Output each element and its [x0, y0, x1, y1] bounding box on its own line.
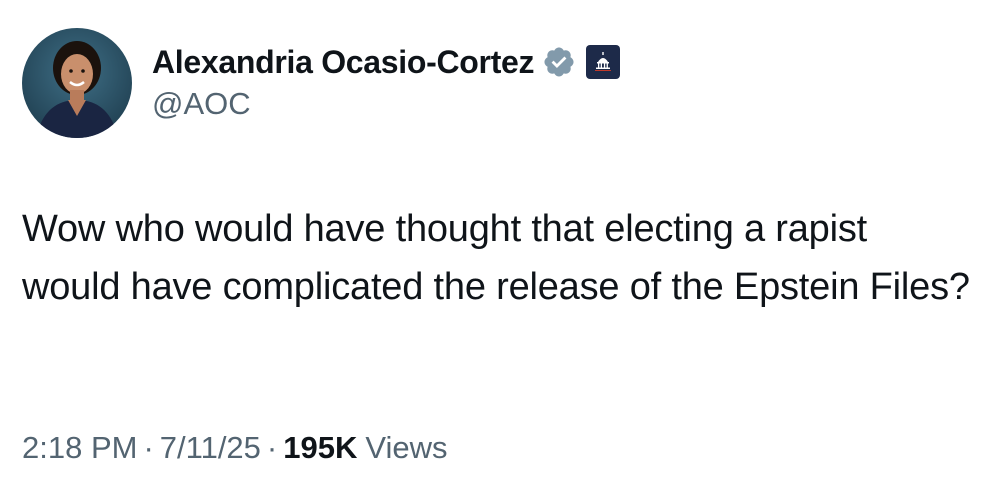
separator: · — [266, 430, 278, 465]
views-label: Views — [365, 430, 448, 465]
avatar[interactable] — [22, 28, 132, 138]
tweet-meta: 2:18 PM · 7/11/25 · 195K Views — [22, 430, 448, 466]
views-count[interactable]: 195K — [283, 430, 357, 466]
tweet-time[interactable]: 2:18 PM — [22, 430, 137, 466]
tweet-date[interactable]: 7/11/25 — [160, 430, 261, 466]
verified-badge-icon[interactable] — [542, 45, 576, 79]
author-identity: Alexandria Ocasio-Cortez @AOC — [152, 42, 621, 122]
separator: · — [143, 430, 154, 465]
name-row: Alexandria Ocasio-Cortez — [152, 42, 621, 82]
tweet-text: Wow who would have thought that electing… — [22, 208, 970, 308]
author-display-name[interactable]: Alexandria Ocasio-Cortez — [152, 44, 535, 81]
capitol-dome-icon[interactable] — [586, 45, 621, 79]
tweet-header: Alexandria Ocasio-Cortez @AOC — [22, 28, 621, 140]
author-handle[interactable]: @AOC — [152, 86, 620, 122]
tweet-card: Alexandria Ocasio-Cortez @AOC Wow who wo… — [0, 0, 1000, 488]
